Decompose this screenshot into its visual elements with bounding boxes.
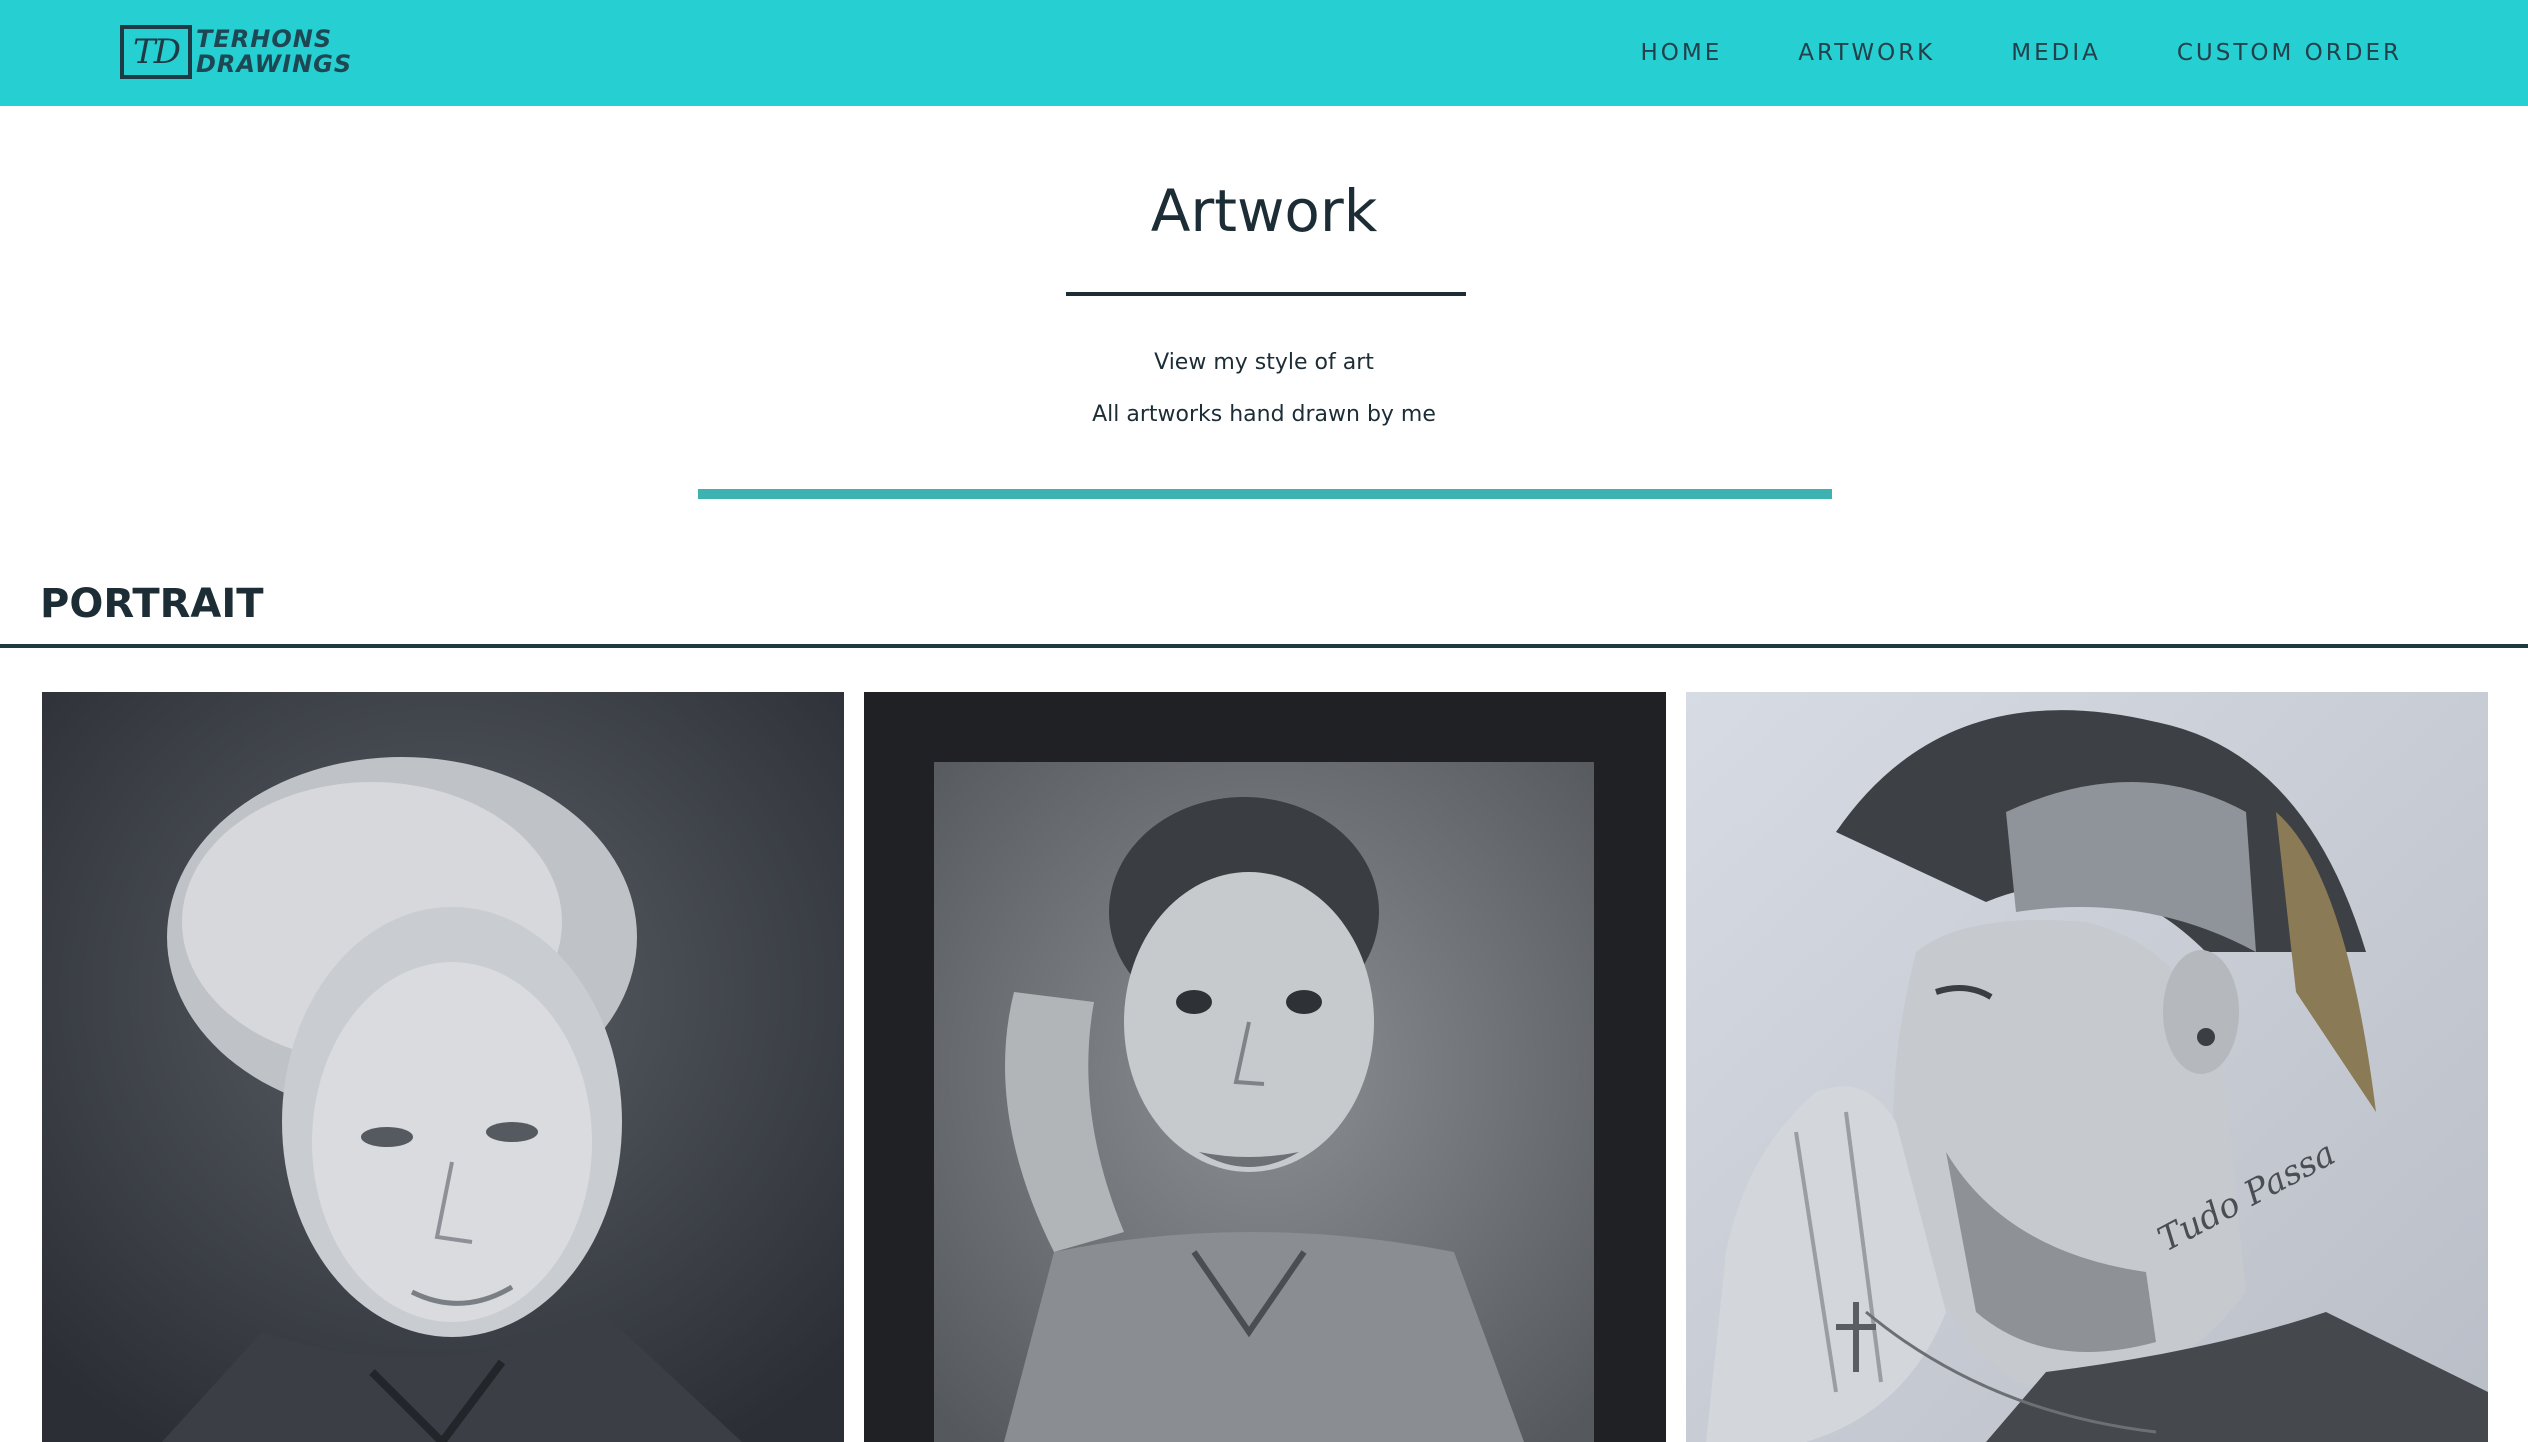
intro-text-1: View my style of art [1154, 350, 1374, 375]
nav-custom-order[interactable]: CUSTOM ORDER [2177, 40, 2402, 66]
gallery-item-portrait-1[interactable] [42, 692, 844, 1442]
page-title: Artwork [1150, 177, 1378, 245]
pencil-portrait-toddler-image [864, 692, 1666, 1442]
logo-wordmark: TERHONS DRAWINGS [196, 27, 352, 77]
section-heading-portrait: PORTRAIT [40, 581, 264, 627]
logo-line-2: DRAWINGS [196, 50, 353, 78]
gallery-item-portrait-2[interactable] [864, 692, 1666, 1442]
accent-divider [698, 489, 1832, 499]
pencil-portrait-boy-image [42, 692, 844, 1442]
nav-artwork[interactable]: ARTWORK [1798, 40, 1935, 66]
gallery-item-portrait-3[interactable]: Tudo Passa [1686, 692, 2488, 1442]
logo-monogram: TD [120, 25, 192, 79]
main-nav: HOME ARTWORK MEDIA CUSTOM ORDER [1564, 0, 2402, 106]
section-divider [0, 644, 2528, 648]
nav-media[interactable]: MEDIA [2011, 40, 2101, 66]
intro-text-2: All artworks hand drawn by me [1092, 402, 1436, 427]
site-header: TD TERHONS DRAWINGS HOME ARTWORK MEDIA C… [0, 0, 2528, 106]
site-logo[interactable]: TD TERHONS DRAWINGS [120, 24, 352, 80]
pencil-portrait-man-praying-image: Tudo Passa [1686, 692, 2488, 1442]
nav-home[interactable]: HOME [1640, 40, 1722, 66]
title-divider [1066, 292, 1466, 296]
logo-line-1: TERHONS [196, 25, 333, 53]
